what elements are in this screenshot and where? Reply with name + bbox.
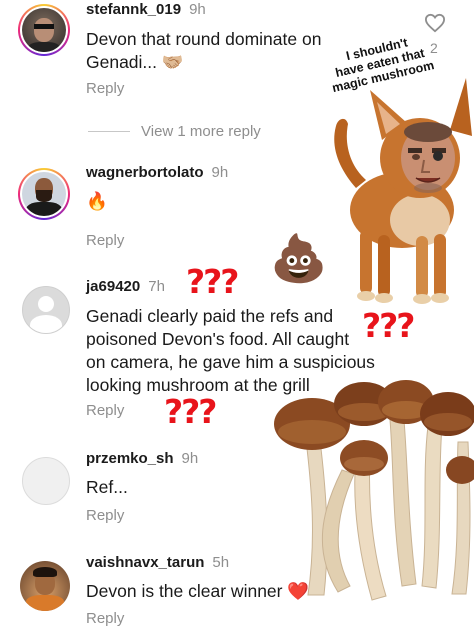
reply-button[interactable]: Reply (86, 610, 124, 627)
comment-time: 9h (211, 164, 229, 181)
username[interactable]: ja69420 (86, 278, 140, 295)
comment-time: 5h (212, 554, 230, 571)
fire-emoji-text: 🔥 (86, 191, 108, 211)
reply-button[interactable]: Reply (86, 402, 124, 419)
comment-text: Ref... (86, 477, 128, 497)
username[interactable]: vaishnavx_tarun (86, 554, 204, 571)
comment-text: Devon that round dominate on Genadi... 🤝… (86, 29, 322, 72)
divider (88, 131, 130, 132)
story-ring[interactable] (18, 168, 70, 220)
question-marks-sticker: ??? (164, 392, 217, 431)
avatar[interactable] (22, 457, 70, 505)
comment-time: 9h (189, 1, 206, 18)
username[interactable]: stefannk_019 (86, 1, 181, 18)
avatar[interactable] (20, 561, 70, 611)
comment-time: 9h (181, 450, 199, 467)
dog-overlay-image (334, 78, 472, 304)
comment-time: 7h (148, 278, 165, 295)
question-marks-sticker: ??? (362, 306, 415, 345)
view-more-replies-button[interactable]: View 1 more reply (141, 123, 261, 140)
avatar[interactable] (22, 8, 66, 52)
avatar[interactable] (22, 172, 66, 216)
username[interactable]: wagnerbortolato (86, 164, 204, 181)
username[interactable]: przemko_sh (86, 450, 174, 467)
default-avatar[interactable] (22, 286, 70, 334)
reply-button[interactable]: Reply (86, 80, 124, 97)
question-marks-sticker: ??? (186, 262, 239, 301)
poop-emoji-sticker: 💩 (270, 231, 328, 285)
reply-button[interactable]: Reply (86, 232, 124, 249)
reply-button[interactable]: Reply (86, 507, 124, 524)
story-ring[interactable] (18, 4, 70, 56)
mushrooms-overlay-image (274, 380, 474, 601)
